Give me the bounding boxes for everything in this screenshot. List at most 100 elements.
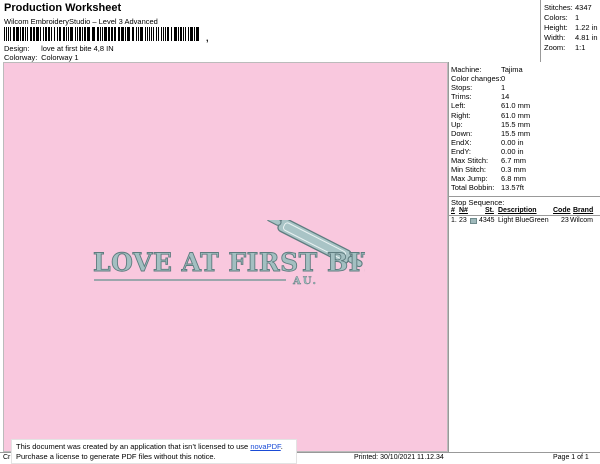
- col-brand: Brand: [573, 207, 594, 214]
- property-label: Total Bobbin:: [451, 183, 495, 193]
- barcode-bar: [75, 27, 76, 41]
- property-row: Stops: 1: [451, 83, 600, 92]
- property-row: Max Stitch: 6.7 mm: [451, 156, 600, 165]
- property-value: 0.3 mm: [501, 165, 527, 175]
- barcode-bar: [6, 27, 7, 41]
- stat-value: 1:1: [575, 43, 586, 52]
- property-value: 61.0 mm: [501, 101, 531, 111]
- page-number: Page 1 of 1: [553, 454, 589, 461]
- barcode-bar: [54, 27, 55, 41]
- barcode-bar: [48, 27, 50, 41]
- properties-panel: Machine: Tajima Color changes: 0 Stops: 1 Trim…: [448, 62, 600, 452]
- property-label: Stops:: [451, 83, 473, 93]
- property-row: EndX: 0.00 in: [451, 138, 600, 147]
- barcode-bar: [178, 27, 179, 41]
- logo-sub-text: AU.: [292, 276, 318, 287]
- row-code: 23: [561, 217, 569, 224]
- barcode-bar: [63, 27, 65, 41]
- property-label: Max Stitch:: [451, 156, 489, 165]
- barcode-bar: [114, 27, 116, 41]
- stat-value: 4.81 in: [575, 33, 598, 42]
- stat-value: 4347: [575, 3, 592, 12]
- barcode-bar: [25, 27, 26, 41]
- barcode-bar: [45, 27, 47, 41]
- table-row: 1. 23 4345 Light BlueGreen 23 Wilcom: [449, 217, 600, 226]
- property-value: 0: [501, 74, 506, 84]
- colorway-label: Colorway:: [4, 53, 38, 62]
- barcode-bar: [13, 27, 15, 41]
- barcode-bar: [43, 27, 44, 41]
- barcode-bar: [33, 27, 35, 41]
- barcode-bar: [27, 27, 28, 41]
- col-n: N#: [459, 207, 468, 214]
- barcode-bar: [127, 27, 130, 41]
- property-row: Trims: 14: [451, 92, 600, 101]
- stop-sequence-header: # N# St. Description Code Brand: [449, 207, 600, 216]
- barcode-bar: [180, 27, 182, 41]
- col-st: St.: [485, 207, 494, 214]
- barcode-bar: [111, 27, 113, 41]
- barcode-bar: [36, 27, 39, 41]
- stat-width: Width: 4.81 in: [544, 33, 598, 42]
- barcode-bar: [185, 27, 186, 41]
- barcode-bar: [22, 27, 24, 41]
- embroidery-logo: LOVE AT FIRST BITE AU.: [93, 220, 365, 287]
- stat-label: Zoom:: [544, 43, 566, 52]
- logo-main-text: LOVE AT FIRST BITE: [93, 248, 365, 277]
- row-brand: Wilcom: [570, 217, 593, 224]
- property-row: Down: 15.5 mm: [451, 129, 600, 138]
- property-row: Right: 61.0 mm: [451, 111, 600, 120]
- barcode-bar: [183, 27, 184, 41]
- barcode-bar: [79, 27, 81, 41]
- property-label: Trims:: [451, 92, 472, 102]
- barcode-bar: [68, 27, 69, 41]
- barcode-bar: [158, 27, 159, 41]
- barcode-bar: [16, 27, 19, 41]
- barcode-bar: [8, 27, 9, 41]
- barcode-bar: [149, 27, 150, 41]
- barcode-bar: [77, 27, 78, 41]
- barcode-bar: [92, 27, 95, 41]
- barcode-bar: [136, 27, 137, 41]
- stat-zoom: Zoom: 1:1: [544, 43, 585, 52]
- property-value: 13.57ft: [501, 183, 524, 193]
- software-subtitle: Wilcom EmbroideryStudio – Level 3 Advanc…: [4, 17, 158, 26]
- barcode-bar: [104, 27, 107, 41]
- row-n: 23: [459, 217, 467, 224]
- worksheet-header: Production Worksheet Wilcom EmbroiderySt…: [0, 0, 540, 62]
- property-label: Machine:: [451, 65, 482, 74]
- row-st: 4345: [479, 217, 495, 224]
- barcode-bar: [196, 27, 199, 41]
- property-value: Tajima: [501, 65, 523, 74]
- property-label: EndY:: [451, 146, 472, 156]
- notice-line-1: This document was created by an applicat…: [16, 442, 292, 452]
- property-label: Up:: [451, 119, 463, 129]
- barcode-bar: [163, 27, 164, 41]
- barcode-bar: [10, 27, 11, 41]
- license-notice: This document was created by an applicat…: [11, 439, 297, 464]
- barcode-bar: [87, 27, 90, 41]
- property-row: Total Bobbin: 13.57ft: [451, 183, 600, 192]
- barcode-bar: [51, 27, 52, 41]
- property-label: Max Jump:: [451, 174, 488, 184]
- barcode-bar: [121, 27, 124, 41]
- barcode-bar: [165, 27, 166, 41]
- stat-label: Stitches:: [544, 3, 573, 12]
- novapdf-link[interactable]: novaPDF: [250, 442, 280, 451]
- thread-swatch: [470, 218, 477, 226]
- stats-box: Stitches: 4347 Colors: 1 Height: 1.22 in Wi…: [540, 0, 600, 62]
- stat-height: Height: 1.22 in: [544, 23, 598, 32]
- property-row: Color changes: 0: [451, 74, 600, 83]
- stat-label: Colors:: [544, 13, 568, 22]
- property-value: 6.8 mm: [501, 174, 527, 184]
- row-description: Light BlueGreen: [498, 217, 549, 224]
- barcode-bar: [97, 27, 99, 41]
- barcode: [4, 27, 204, 41]
- barcode-bar: [66, 27, 67, 41]
- property-value: 0.00 in: [501, 146, 524, 156]
- property-value: 0.00 in: [501, 137, 524, 147]
- row-num: 1.: [451, 217, 457, 224]
- barcode-bar: [161, 27, 162, 41]
- property-value: 6.7 mm: [501, 156, 527, 165]
- barcode-bar: [100, 27, 101, 41]
